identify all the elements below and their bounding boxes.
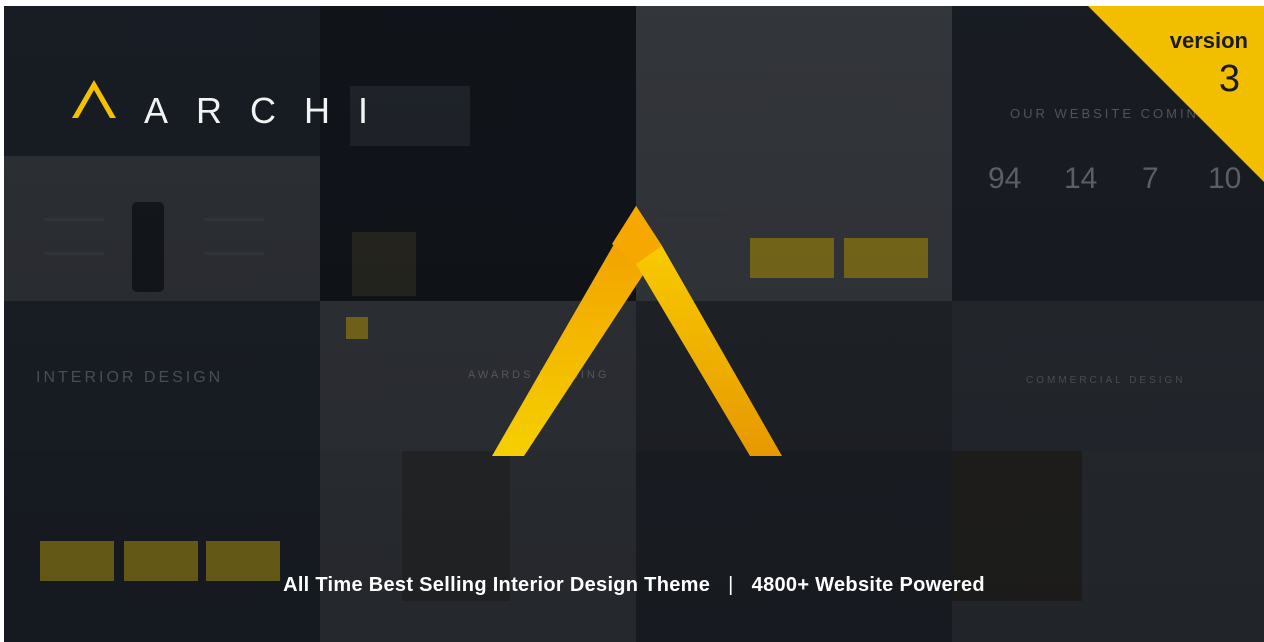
preview-logo-square <box>346 317 368 339</box>
hero-banner: OUR WEBSITE COMING SOON 94 14 7 10 INTER… <box>4 6 1264 642</box>
preview-tile-13 <box>320 451 636 642</box>
text-line <box>44 218 104 221</box>
preview-tile-11: COMMERCIAL DESIGN <box>952 301 1264 451</box>
preview-image-yellow <box>844 238 928 278</box>
tagline-right: 4800+ Website Powered <box>751 574 985 596</box>
preview-tile-8: INTERIOR DESIGN <box>4 301 320 451</box>
preview-tile-15 <box>952 451 1264 642</box>
big-archi-mark-icon <box>492 206 782 456</box>
text-line <box>204 252 264 255</box>
preview-tile-14 <box>636 451 952 642</box>
preview-image <box>352 232 416 296</box>
preview-headline-interior-design: INTERIOR DESIGN <box>36 369 224 386</box>
countdown-days: 94 <box>988 162 1022 195</box>
preview-tile-12 <box>4 451 320 642</box>
tagline: All Time Best Selling Interior Design Th… <box>4 574 1264 597</box>
text-line <box>44 252 104 255</box>
text-line <box>204 218 264 221</box>
preview-tile-1 <box>4 6 320 156</box>
tagline-left: All Time Best Selling Interior Design Th… <box>283 574 711 596</box>
preview-tile-3 <box>636 6 952 156</box>
preview-tile-5 <box>4 156 320 301</box>
tagline-separator: | <box>728 574 734 596</box>
phone-mockup <box>132 202 164 292</box>
archi-logo-icon <box>72 80 116 118</box>
brand-name: ARCHI <box>144 90 397 131</box>
preview-tile-2 <box>320 6 636 156</box>
version-label: version <box>1169 28 1248 53</box>
preview-headline-commercial: COMMERCIAL DESIGN <box>1026 375 1186 386</box>
version-number: 3 <box>1218 58 1240 100</box>
